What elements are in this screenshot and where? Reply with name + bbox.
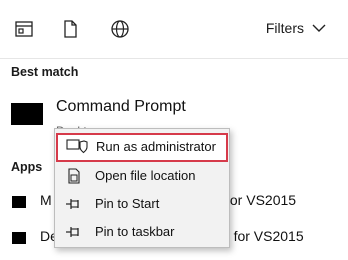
chevron-down-icon: [312, 20, 326, 36]
search-toolbar: Filters: [0, 0, 348, 59]
best-match-title: Command Prompt: [56, 98, 186, 115]
menu-item-label: Run as administrator: [96, 139, 216, 154]
file-icon: [65, 167, 83, 185]
open-file-location-item[interactable]: Open file location: [55, 163, 229, 189]
menu-item-label: Open file location: [95, 168, 196, 183]
best-match-heading: Best match: [11, 65, 79, 79]
app-icon: [12, 196, 26, 208]
pin-icon: [65, 223, 83, 241]
shield-icon: [66, 137, 88, 155]
web-icon[interactable]: [108, 17, 132, 41]
app-label-end: pt for VS2015: [218, 228, 304, 244]
command-prompt-icon: [11, 103, 43, 125]
run-as-administrator-item[interactable]: Run as administrator: [56, 133, 228, 162]
pin-to-taskbar-item[interactable]: Pin to taskbar: [55, 219, 229, 245]
filters-label: Filters: [265, 20, 304, 36]
context-menu: Run as administrator Open file location …: [54, 128, 230, 248]
menu-item-label: Pin to Start: [95, 196, 160, 211]
pin-icon: [65, 195, 83, 213]
menu-item-label: Pin to taskbar: [95, 224, 175, 239]
apps-icon[interactable]: [12, 17, 36, 41]
app-icon: [12, 232, 26, 244]
filters-dropdown[interactable]: Filters: [266, 20, 326, 36]
app-label-start: M: [40, 192, 52, 208]
apps-heading: Apps: [11, 160, 43, 174]
app-label-end: for VS2015: [226, 192, 297, 208]
pin-to-start-item[interactable]: Pin to Start: [55, 191, 229, 217]
document-icon[interactable]: [58, 17, 82, 41]
